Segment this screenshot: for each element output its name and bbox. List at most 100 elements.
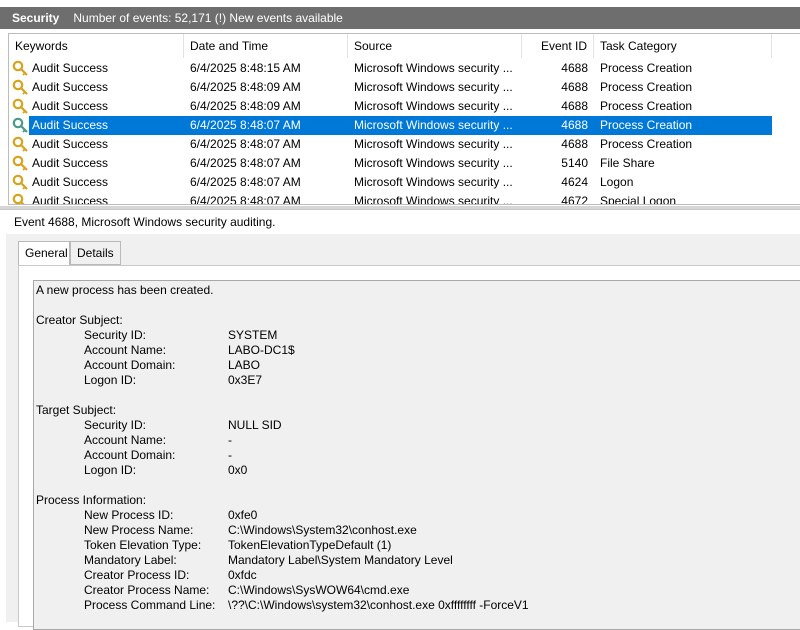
- event-id-cell: 4688: [561, 99, 588, 113]
- field-value: TokenElevationTypeDefault (1): [228, 538, 392, 552]
- event-row[interactable]: Audit Success 6/4/2025 8:48:07 AM Microsof…: [9, 154, 800, 173]
- event-id-cell: 4688: [561, 61, 588, 75]
- key-icon: [12, 98, 28, 114]
- field-label: Security ID:: [84, 418, 147, 432]
- column-header-task-category[interactable]: Task Category: [594, 34, 772, 58]
- datetime-cell: 6/4/2025 8:48:15 AM: [190, 61, 301, 75]
- task-category-cell: Process Creation: [600, 118, 693, 132]
- field-value: Mandatory Label\System Mandatory Level: [228, 553, 453, 567]
- event-id-cell: 4688: [561, 137, 588, 151]
- task-category-cell: File Share: [600, 156, 655, 170]
- event-count-text: Number of events: 52,171 (!) New events …: [73, 11, 343, 25]
- event-id-cell: 4688: [561, 80, 588, 94]
- keywords-cell: Audit Success: [32, 99, 109, 113]
- datetime-cell: 6/4/2025 8:48:07 AM: [190, 175, 301, 189]
- field-label: New Process ID:: [84, 508, 174, 522]
- column-header-date-time[interactable]: Date and Time: [184, 34, 348, 58]
- field-label: Token Elevation Type:: [84, 538, 202, 552]
- datetime-cell: 6/4/2025 8:48:09 AM: [190, 99, 301, 113]
- source-cell: Microsoft Windows security ...: [354, 118, 513, 132]
- keywords-cell: Audit Success: [32, 118, 109, 132]
- task-category-cell: Process Creation: [600, 99, 693, 113]
- section-title: Target Subject:: [36, 403, 117, 417]
- source-cell: Microsoft Windows security ...: [354, 137, 513, 151]
- field-label: Mandatory Label:: [84, 553, 177, 567]
- field-label: Logon ID:: [84, 463, 137, 477]
- field-value: LABO-DC1$: [228, 343, 295, 357]
- task-category-cell: Process Creation: [600, 137, 693, 151]
- column-header-event-id[interactable]: Event ID: [522, 34, 594, 58]
- task-category-cell: Process Creation: [600, 80, 693, 94]
- event-description-box[interactable]: A new process has been created. Creator …: [33, 280, 800, 630]
- task-category-cell: Logon: [600, 175, 634, 189]
- event-id-cell: 4688: [561, 118, 588, 132]
- log-title: Security: [12, 11, 60, 25]
- datetime-cell: 6/4/2025 8:48:09 AM: [190, 80, 301, 94]
- field-label: Account Domain:: [84, 448, 176, 462]
- source-cell: Microsoft Windows security ...: [354, 61, 513, 75]
- field-value: -: [228, 433, 232, 447]
- source-cell: Microsoft Windows security ...: [354, 99, 513, 113]
- field-value: 0xfdc: [228, 568, 257, 582]
- field-value: LABO: [228, 358, 261, 372]
- event-row[interactable]: Audit Success 6/4/2025 8:48:07 AM Microsof…: [9, 116, 800, 135]
- key-icon: [12, 79, 28, 95]
- field-label: Account Name:: [84, 343, 167, 357]
- event-rows: Audit Success 6/4/2025 8:48:15 AM Microsof…: [9, 59, 800, 205]
- source-cell: Microsoft Windows security ...: [354, 175, 513, 189]
- task-category-cell: Special Logon: [600, 194, 677, 205]
- field-label: Creator Process ID:: [84, 568, 190, 582]
- section-title: Process Information:: [36, 493, 147, 507]
- source-cell: Microsoft Windows security ...: [354, 194, 513, 205]
- field-value: SYSTEM: [228, 328, 278, 342]
- keywords-cell: Audit Success: [32, 80, 109, 94]
- datetime-cell: 6/4/2025 8:48:07 AM: [190, 118, 301, 132]
- field-value: C:\Windows\System32\conhost.exe: [228, 523, 417, 537]
- key-icon: [12, 193, 25, 204]
- field-label: Account Name:: [84, 433, 167, 447]
- event-id-cell: 5140: [561, 156, 588, 170]
- key-icon: [12, 174, 28, 190]
- source-cell: Microsoft Windows security ...: [354, 156, 513, 170]
- event-row[interactable]: Audit Success 6/4/2025 8:48:09 AM Microsof…: [9, 97, 800, 116]
- field-value: 0xfe0: [228, 508, 258, 522]
- column-header-row: Keywords Date and Time Source Event ID T…: [9, 34, 800, 58]
- event-row[interactable]: Audit Success 6/4/2025 8:48:07 AM Microsof…: [9, 135, 800, 154]
- key-icon: [12, 155, 28, 171]
- event-row[interactable]: Audit Success 6/4/2025 8:48:15 AM Microsof…: [9, 59, 800, 78]
- event-row[interactable]: Audit Success 6/4/2025 8:48:07 AM Microsof…: [9, 173, 800, 192]
- event-detail-header: Event 4688, Microsoft Windows security a…: [0, 209, 800, 233]
- datetime-cell: 6/4/2025 8:48:07 AM: [190, 137, 301, 151]
- column-header-source[interactable]: Source: [348, 34, 522, 58]
- log-title-bar: Security Number of events: 52,171 (!) Ne…: [0, 7, 800, 29]
- field-label: Security ID:: [84, 328, 147, 342]
- tab-details[interactable]: Details: [70, 241, 121, 265]
- keywords-cell: Audit Success: [32, 156, 109, 170]
- task-category-cell: Process Creation: [600, 61, 693, 75]
- source-cell: Microsoft Windows security ...: [354, 80, 513, 94]
- field-label: Logon ID:: [84, 373, 137, 387]
- field-value: NULL SID: [228, 418, 282, 432]
- field-value: \??\C:\Windows\system32\conhost.exe 0xff…: [228, 598, 529, 612]
- field-label: Creator Process Name:: [84, 583, 210, 597]
- field-value: -: [228, 448, 232, 462]
- field-value: 0x3E7: [228, 373, 263, 387]
- event-description-intro: A new process has been created.: [36, 283, 214, 297]
- event-row[interactable]: Audit Success 6/4/2025 8:48:07 AM Microsof…: [9, 192, 800, 205]
- field-label: Process Command Line:: [84, 598, 216, 612]
- event-detail-pane: General Details A new process has been c…: [6, 234, 800, 630]
- event-id-cell: 4624: [561, 175, 588, 189]
- keywords-cell: Audit Success: [32, 61, 109, 75]
- keywords-cell: Audit Success: [32, 137, 109, 151]
- key-icon: [12, 60, 28, 76]
- key-icon: [12, 117, 28, 133]
- key-icon: [12, 136, 28, 152]
- keywords-cell: Audit Success: [32, 175, 109, 189]
- column-header-keywords[interactable]: Keywords: [9, 34, 184, 58]
- tab-general[interactable]: General: [18, 241, 70, 266]
- field-label: Account Domain:: [84, 358, 176, 372]
- datetime-cell: 6/4/2025 8:48:07 AM: [190, 194, 301, 205]
- event-list[interactable]: Keywords Date and Time Source Event ID T…: [8, 33, 800, 205]
- event-row[interactable]: Audit Success 6/4/2025 8:48:09 AM Microsof…: [9, 78, 800, 97]
- field-value: 0x0: [228, 463, 248, 477]
